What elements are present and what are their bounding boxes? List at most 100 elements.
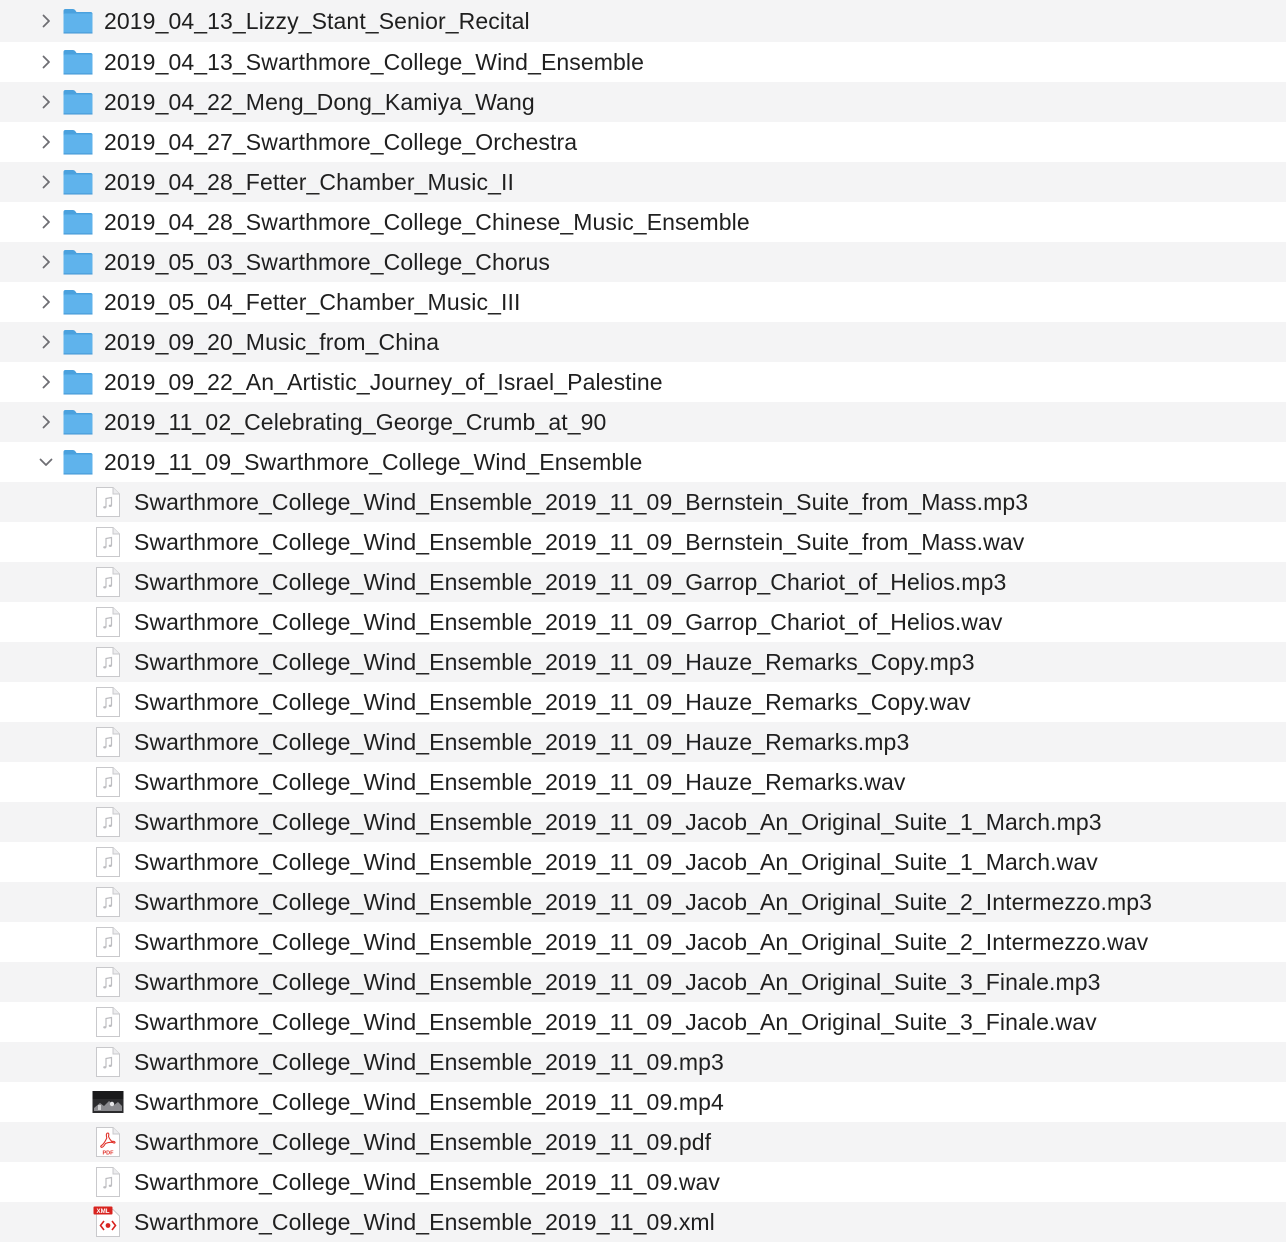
audio-file-icon [92,646,124,678]
file-name: Swarthmore_College_Wind_Ensemble_2019_11… [134,649,975,675]
file-row[interactable]: Swarthmore_College_Wind_Ensemble_2019_11… [0,842,1286,882]
file-row[interactable]: Swarthmore_College_Wind_Ensemble_2019_11… [0,762,1286,802]
chevron-right-icon[interactable] [34,9,58,33]
folder-row[interactable]: 2019_09_22_An_Artistic_Journey_of_Israel… [0,362,1286,402]
file-name: Swarthmore_College_Wind_Ensemble_2019_11… [134,1209,715,1235]
folder-name: 2019_09_22_An_Artistic_Journey_of_Israel… [104,369,663,395]
file-name: Swarthmore_College_Wind_Ensemble_2019_11… [134,729,910,755]
folder-name: 2019_04_13_Lizzy_Stant_Senior_Recital [104,8,530,34]
chevron-right-icon[interactable] [34,50,58,74]
audio-file-icon [92,566,124,598]
file-name: Swarthmore_College_Wind_Ensemble_2019_11… [134,809,1102,835]
folder-icon [62,448,94,476]
file-name: Swarthmore_College_Wind_Ensemble_2019_11… [134,609,1003,635]
audio-file-icon [92,1006,124,1038]
folder-row[interactable]: 2019_04_13_Swarthmore_College_Wind_Ensem… [0,42,1286,82]
folder-row[interactable]: 2019_09_20_Music_from_China [0,322,1286,362]
chevron-right-icon[interactable] [34,130,58,154]
folder-row[interactable]: 2019_04_28_Fetter_Chamber_Music_II [0,162,1286,202]
audio-file-icon [92,726,124,758]
folder-row[interactable]: 2019_05_04_Fetter_Chamber_Music_III [0,282,1286,322]
folder-row[interactable]: 2019_04_27_Swarthmore_College_Orchestra [0,122,1286,162]
audio-file-icon [92,846,124,878]
chevron-right-icon[interactable] [34,370,58,394]
file-row[interactable]: PDF Swarthmore_College_Wind_Ensemble_2019… [0,1122,1286,1162]
audio-file-icon [92,886,124,918]
folder-name: 2019_11_02_Celebrating_George_Crumb_at_9… [104,409,607,435]
chevron-right-icon[interactable] [34,330,58,354]
folder-name: 2019_04_13_Swarthmore_College_Wind_Ensem… [104,49,645,75]
file-name: Swarthmore_College_Wind_Ensemble_2019_11… [134,569,1007,595]
file-row[interactable]: Swarthmore_College_Wind_Ensemble_2019_11… [0,962,1286,1002]
chevron-right-icon[interactable] [34,210,58,234]
file-name: Swarthmore_College_Wind_Ensemble_2019_11… [134,1129,712,1155]
file-name: Swarthmore_College_Wind_Ensemble_2019_11… [134,849,1098,875]
xml-label: XML [96,1208,109,1215]
folder-name: 2019_04_28_Swarthmore_College_Chinese_Mu… [104,209,750,235]
file-name: Swarthmore_College_Wind_Ensemble_2019_11… [134,889,1153,915]
file-row[interactable]: Swarthmore_College_Wind_Ensemble_2019_11… [0,562,1286,602]
chevron-right-icon[interactable] [34,170,58,194]
file-name: Swarthmore_College_Wind_Ensemble_2019_11… [134,529,1025,555]
audio-file-icon [92,966,124,998]
folder-name: 2019_11_09_Swarthmore_College_Wind_Ensem… [104,449,643,475]
folder-icon [62,368,94,396]
audio-file-icon [92,766,124,798]
folder-icon [62,328,94,356]
audio-file-icon [92,486,124,518]
file-row[interactable]: Swarthmore_College_Wind_Ensemble_2019_11… [0,482,1286,522]
file-name: Swarthmore_College_Wind_Ensemble_2019_11… [134,689,971,715]
folder-row[interactable]: 2019_11_09_Swarthmore_College_Wind_Ensem… [0,442,1286,482]
file-row[interactable]: Swarthmore_College_Wind_Ensemble_2019_11… [0,922,1286,962]
file-name: Swarthmore_College_Wind_Ensemble_2019_11… [134,1049,724,1075]
audio-file-icon [92,1046,124,1078]
chevron-right-icon[interactable] [34,90,58,114]
folder-icon [62,7,94,35]
file-row[interactable]: Swarthmore_College_Wind_Ensemble_2019_11… [0,1002,1286,1042]
file-row[interactable]: XML Swarthmore_College_Wind_Ensemble_2019… [0,1202,1286,1242]
folder-name: 2019_05_03_Swarthmore_College_Chorus [104,249,551,275]
folder-row[interactable]: 2019_05_03_Swarthmore_College_Chorus [0,242,1286,282]
folder-icon [62,248,94,276]
folder-icon [62,288,94,316]
file-row[interactable]: Swarthmore_College_Wind_Ensemble_2019_11… [0,682,1286,722]
file-row[interactable]: Swarthmore_College_Wind_Ensemble_2019_11… [0,602,1286,642]
file-row[interactable]: Swarthmore_College_Wind_Ensemble_2019_11… [0,642,1286,682]
folder-icon [62,48,94,76]
file-row[interactable]: Swarthmore_College_Wind_Ensemble_2019_11… [0,1162,1286,1202]
folder-icon [62,168,94,196]
file-name: Swarthmore_College_Wind_Ensemble_2019_11… [134,489,1029,515]
folder-name: 2019_04_28_Fetter_Chamber_Music_II [104,169,514,195]
folder-icon [62,128,94,156]
file-row[interactable]: Swarthmore_College_Wind_Ensemble_2019_11… [0,1042,1286,1082]
folder-row[interactable]: 2019_04_22_Meng_Dong_Kamiya_Wang [0,82,1286,122]
file-row[interactable]: Swarthmore_College_Wind_Ensemble_2019_11… [0,722,1286,762]
chevron-down-icon[interactable] [34,450,58,474]
folder-name: 2019_09_20_Music_from_China [104,329,440,355]
folder-row[interactable]: 2019_11_02_Celebrating_George_Crumb_at_9… [0,402,1286,442]
file-name: Swarthmore_College_Wind_Ensemble_2019_11… [134,1089,724,1115]
pdf-label: PDF [103,1150,115,1156]
file-row[interactable]: Swarthmore_College_Wind_Ensemble_2019_11… [0,802,1286,842]
video-thumbnail-icon [92,1086,124,1118]
audio-file-icon [92,606,124,638]
chevron-right-icon[interactable] [34,410,58,434]
folder-name: 2019_04_22_Meng_Dong_Kamiya_Wang [104,89,535,115]
folder-icon [62,408,94,436]
audio-file-icon [92,526,124,558]
xml-file-icon: XML [92,1206,124,1238]
file-name: Swarthmore_College_Wind_Ensemble_2019_11… [134,769,906,795]
file-name: Swarthmore_College_Wind_Ensemble_2019_11… [134,969,1101,995]
file-row[interactable]: Swarthmore_College_Wind_Ensemble_2019_11… [0,882,1286,922]
folder-row[interactable]: 2019_04_13_Lizzy_Stant_Senior_Recital [0,0,1286,42]
folder-name: 2019_05_04_Fetter_Chamber_Music_III [104,289,521,315]
pdf-file-icon: PDF [92,1126,124,1158]
chevron-right-icon[interactable] [34,250,58,274]
folder-name: 2019_04_27_Swarthmore_College_Orchestra [104,129,578,155]
audio-file-icon [92,1166,124,1198]
audio-file-icon [92,926,124,958]
file-row[interactable]: Swarthmore_College_Wind_Ensemble_2019_11… [0,1082,1286,1122]
chevron-right-icon[interactable] [34,290,58,314]
folder-row[interactable]: 2019_04_28_Swarthmore_College_Chinese_Mu… [0,202,1286,242]
file-row[interactable]: Swarthmore_College_Wind_Ensemble_2019_11… [0,522,1286,562]
